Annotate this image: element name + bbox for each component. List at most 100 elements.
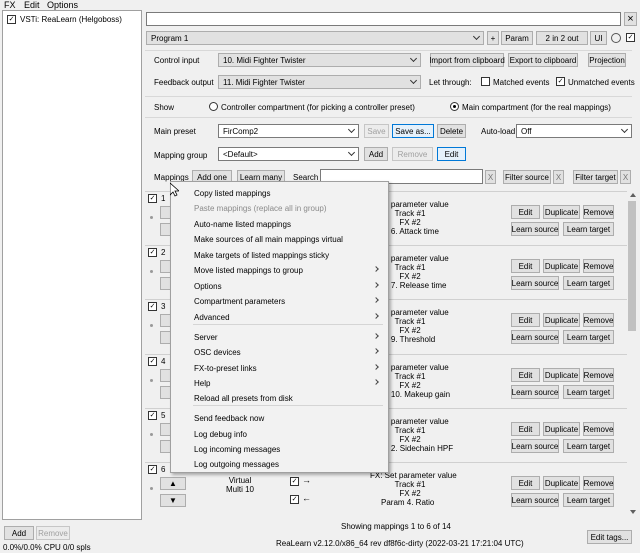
mapping-enable-checkbox[interactable]: ✓ — [148, 194, 157, 203]
menu-item[interactable]: Log incoming messages — [171, 442, 388, 457]
menu-item[interactable]: Send feedback now — [171, 411, 388, 426]
mapping-duplicate-button[interactable]: Duplicate — [543, 422, 580, 436]
menu-item[interactable]: Make targets of listed mappings sticky — [171, 248, 388, 263]
main-preset-select[interactable]: FirComp2 — [218, 124, 359, 138]
move-down-button[interactable]: ▼ — [160, 494, 186, 507]
learn-source-button[interactable]: Learn source — [511, 330, 559, 344]
clear-filter-target-button[interactable]: X — [620, 170, 631, 184]
mapping-edit-button[interactable]: Edit — [511, 422, 540, 436]
power-icon[interactable] — [611, 33, 621, 43]
move-down-button[interactable] — [160, 331, 170, 344]
menu-item[interactable]: OSC devices — [171, 345, 388, 360]
menu-edit[interactable]: Edit — [24, 0, 40, 10]
control-enabled-checkbox[interactable]: ✓ — [290, 477, 299, 486]
menu-options[interactable]: Options — [47, 0, 78, 10]
close-button[interactable]: × — [624, 12, 637, 26]
mapping-duplicate-button[interactable]: Duplicate — [543, 313, 580, 327]
mapping-remove-button[interactable]: Remove — [583, 205, 614, 219]
add-program-button[interactable]: + — [487, 31, 499, 45]
learn-source-button[interactable]: Learn source — [511, 493, 559, 507]
learn-target-button[interactable]: Learn target — [563, 222, 614, 236]
menu-item[interactable]: Make sources of all main mappings virtua… — [171, 232, 388, 247]
menu-item[interactable]: Move listed mappings to group — [171, 263, 388, 278]
move-up-button[interactable] — [160, 260, 170, 273]
remove-fx-button[interactable]: Remove — [36, 526, 70, 540]
move-down-button[interactable] — [160, 386, 170, 399]
learn-source-button[interactable]: Learn source — [511, 222, 559, 236]
menu-item[interactable]: Copy listed mappings — [171, 186, 388, 201]
menu-item[interactable]: Reload all presets from disk — [171, 391, 388, 406]
io-button[interactable]: 2 in 2 out — [536, 31, 588, 45]
move-up-button[interactable] — [160, 314, 170, 327]
learn-source-button[interactable]: Learn source — [511, 385, 559, 399]
mapping-remove-button[interactable]: Remove — [583, 476, 614, 490]
menu-fx[interactable]: FX — [4, 0, 16, 10]
import-clipboard-button[interactable]: Import from clipboard — [429, 53, 505, 67]
filter-target-button[interactable]: Filter target — [573, 170, 618, 184]
learn-target-button[interactable]: Learn target — [563, 385, 614, 399]
mapping-edit-button[interactable]: Edit — [511, 205, 540, 219]
program-select[interactable]: Program 1 — [146, 31, 484, 45]
fx-chain-list[interactable] — [2, 10, 142, 520]
menu-item[interactable]: Server — [171, 330, 388, 345]
mapping-remove-button[interactable]: Remove — [583, 313, 614, 327]
controller-compartment-radio[interactable] — [209, 102, 218, 111]
menu-item[interactable]: Auto-name listed mappings — [171, 217, 388, 232]
preset-name-field[interactable] — [146, 12, 621, 26]
move-down-button[interactable] — [160, 440, 170, 453]
mapping-enable-checkbox[interactable]: ✓ — [148, 357, 157, 366]
mapping-edit-button[interactable]: Edit — [511, 259, 540, 273]
remove-group-button[interactable]: Remove — [392, 147, 433, 161]
mapping-duplicate-button[interactable]: Duplicate — [543, 476, 580, 490]
mapping-enable-checkbox[interactable]: ✓ — [148, 302, 157, 311]
mapping-edit-button[interactable]: Edit — [511, 313, 540, 327]
scrollbar-thumb[interactable] — [628, 201, 636, 331]
scroll-up-icon[interactable] — [630, 193, 636, 197]
matched-events-checkbox[interactable] — [481, 77, 490, 86]
menu-item[interactable]: Log debug info — [171, 427, 388, 442]
mapping-enable-checkbox[interactable]: ✓ — [148, 411, 157, 420]
bypass-checkbox[interactable]: ✓ — [626, 33, 635, 42]
move-up-button[interactable] — [160, 369, 170, 382]
scroll-down-icon[interactable] — [630, 510, 636, 514]
fx-enable-checkbox[interactable]: ✓ — [7, 15, 16, 24]
mapping-group-select[interactable]: <Default> — [218, 147, 359, 161]
filter-source-button[interactable]: Filter source — [503, 170, 551, 184]
move-down-button[interactable] — [160, 277, 170, 290]
menu-item[interactable]: Help — [171, 376, 388, 391]
menu-item[interactable]: FX-to-preset links — [171, 361, 388, 376]
edit-tags-button[interactable]: Edit tags... — [587, 530, 632, 544]
feedback-output-select[interactable]: 11. Midi Fighter Twister — [218, 75, 421, 89]
mapping-remove-button[interactable]: Remove — [583, 422, 614, 436]
export-clipboard-button[interactable]: Export to clipboard — [508, 53, 578, 67]
learn-target-button[interactable]: Learn target — [563, 493, 614, 507]
save-as-preset-button[interactable]: Save as... — [392, 124, 434, 138]
learn-target-button[interactable]: Learn target — [563, 330, 614, 344]
move-up-button[interactable] — [160, 423, 170, 436]
auto-load-select[interactable]: Off — [516, 124, 632, 138]
add-group-button[interactable]: Add — [364, 147, 388, 161]
learn-target-button[interactable]: Learn target — [563, 276, 614, 290]
menu-item[interactable]: Paste mappings (replace all in group) — [171, 201, 388, 216]
main-compartment-radio[interactable] — [450, 102, 459, 111]
mapping-duplicate-button[interactable]: Duplicate — [543, 368, 580, 382]
move-up-button[interactable]: ▲ — [160, 477, 186, 490]
mapping-remove-button[interactable]: Remove — [583, 368, 614, 382]
ui-button[interactable]: UI — [590, 31, 607, 45]
learn-target-button[interactable]: Learn target — [563, 439, 614, 453]
mapping-enable-checkbox[interactable]: ✓ — [148, 465, 157, 474]
unmatched-events-checkbox[interactable]: ✓ — [556, 77, 565, 86]
clear-search-button[interactable]: X — [485, 170, 496, 184]
param-button[interactable]: Param — [501, 31, 533, 45]
save-preset-button[interactable]: Save — [364, 124, 389, 138]
mapping-edit-button[interactable]: Edit — [511, 368, 540, 382]
clear-filter-source-button[interactable]: X — [553, 170, 564, 184]
add-fx-button[interactable]: Add — [4, 526, 34, 540]
edit-group-button[interactable]: Edit — [437, 147, 466, 161]
learn-source-button[interactable]: Learn source — [511, 276, 559, 290]
menu-item[interactable]: Compartment parameters — [171, 294, 388, 309]
menu-item[interactable]: Advanced — [171, 310, 388, 325]
move-up-button[interactable] — [160, 206, 170, 219]
move-down-button[interactable] — [160, 223, 170, 236]
mapping-remove-button[interactable]: Remove — [583, 259, 614, 273]
